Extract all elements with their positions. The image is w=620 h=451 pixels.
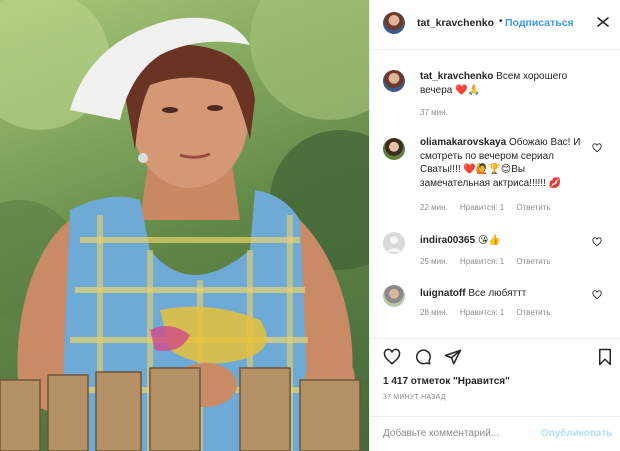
more-options-icon[interactable] (596, 16, 610, 28)
comment-text-block: luignatoff Все любяттт (420, 287, 590, 301)
comment-likes[interactable]: Нравится: 1 (460, 203, 504, 212)
commenter-avatar[interactable] (383, 138, 405, 160)
reply-button[interactable]: Ответить (516, 257, 550, 266)
author-username[interactable]: tat_kravchenko (417, 17, 494, 29)
comment-username[interactable]: indira00365 (420, 235, 475, 246)
post-header: tat_kravchenko • Подписаться (370, 0, 620, 50)
share-send-icon[interactable] (444, 348, 462, 366)
caption-time[interactable]: 37 мин. (420, 108, 448, 117)
comment-time[interactable]: 25 мин. (420, 257, 448, 266)
reply-button[interactable]: Ответить (516, 308, 550, 317)
comment-likes[interactable]: Нравится: 1 (460, 308, 504, 317)
comment-likes[interactable]: Нравится: 1 (460, 257, 504, 266)
publish-button[interactable]: Опубликовать (541, 428, 612, 439)
comment-time[interactable]: 28 мин. (420, 308, 448, 317)
photo-illustration (0, 0, 369, 451)
comment-meta: 25 мин. Нравится: 1 Ответить (420, 257, 561, 266)
comment-text: 😘👍 (477, 235, 501, 246)
likes-count[interactable]: 1 417 отметок "Нравится" (383, 376, 510, 387)
comment-like-icon[interactable] (592, 290, 602, 300)
comment-like-icon[interactable] (592, 143, 602, 153)
comment-bubble-icon[interactable] (414, 348, 432, 366)
bookmark-icon[interactable] (596, 348, 614, 366)
caption-username[interactable]: tat_kravchenko (420, 71, 493, 82)
add-comment-bar: Добавьте комментарий... Опубликовать (370, 416, 620, 451)
caption-avatar[interactable] (383, 70, 405, 92)
commenter-avatar[interactable] (383, 232, 405, 254)
post-timestamp[interactable]: 37 МИНУТ НАЗАД (383, 394, 446, 401)
comment-text-block: indira00365 😘👍 (420, 234, 590, 248)
comment-meta: 28 мин. Нравится: 1 Ответить (420, 308, 561, 317)
commenter-avatar[interactable] (383, 285, 405, 307)
comment-username[interactable]: oliamakarovskaya (420, 137, 506, 148)
author-avatar[interactable] (383, 12, 405, 34)
post-sidebar: tat_kravchenko • Подписаться tat_kravche… (369, 0, 620, 451)
post-actions: 1 417 отметок "Нравится" 37 МИНУТ НАЗАД (370, 338, 620, 426)
caption-text-block: tat_kravchenko Всем хорошего вечера ❤️🙏 (420, 70, 590, 97)
caption-meta: 37 мин. (420, 108, 458, 117)
comment-input[interactable]: Добавьте комментарий... (383, 428, 499, 439)
default-avatar-icon (386, 236, 402, 252)
follow-button[interactable]: Подписаться (505, 17, 574, 29)
post-photo[interactable] (0, 0, 369, 451)
comment-meta: 22 мин. Нравится: 1 Ответить (420, 203, 561, 212)
comment-text-block: oliamakarovskaya Обожаю Вас! И смотреть … (420, 136, 590, 190)
reply-button[interactable]: Ответить (516, 203, 550, 212)
comment-username[interactable]: luignatoff (420, 288, 466, 299)
comment-like-icon[interactable] (592, 237, 602, 247)
comment-text: Все любяттт (468, 288, 527, 299)
instagram-post: tat_kravchenko • Подписаться tat_kravche… (0, 0, 620, 451)
header-separator: • (499, 16, 503, 27)
comment-time[interactable]: 22 мин. (420, 203, 448, 212)
like-heart-icon[interactable] (383, 348, 401, 366)
